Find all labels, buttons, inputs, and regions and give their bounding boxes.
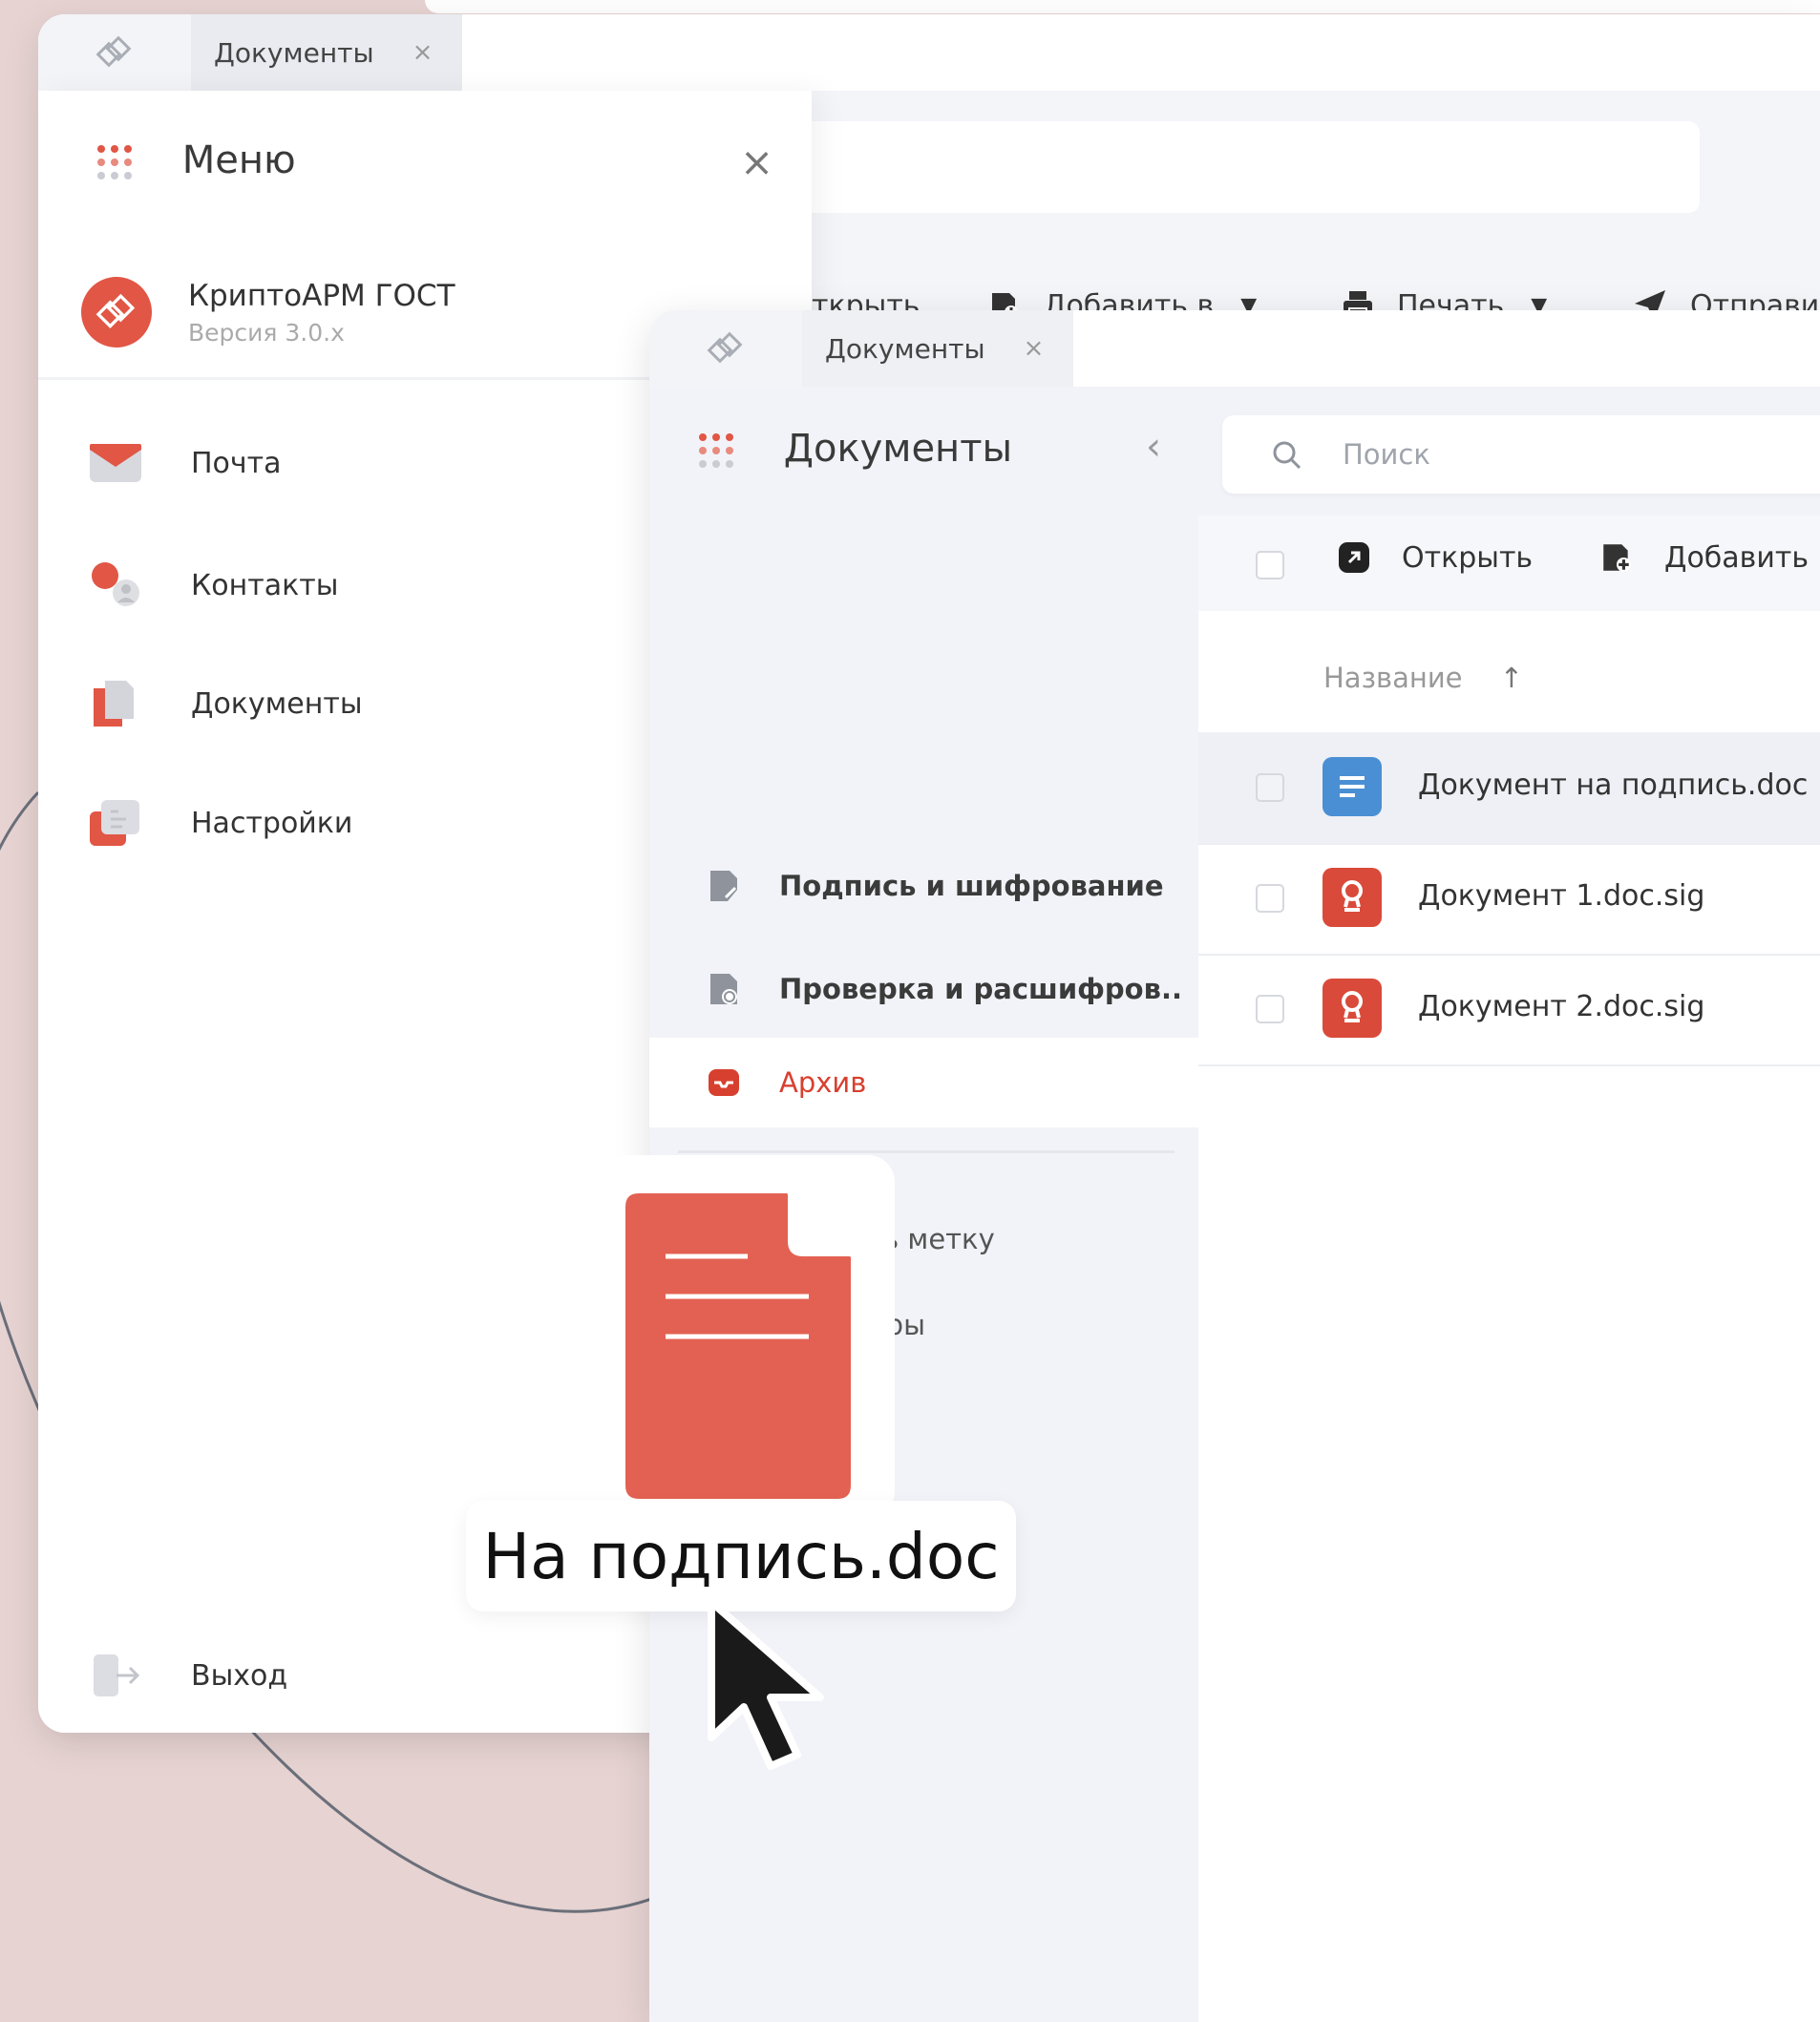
select-all-checkbox[interactable] xyxy=(1256,551,1284,579)
menu-item-mail[interactable]: Почта xyxy=(88,434,282,492)
signature-file-icon xyxy=(1323,868,1382,927)
cryptoarm-logo-icon xyxy=(81,277,152,348)
dragged-file-card[interactable] xyxy=(587,1155,895,1518)
mouse-cursor-icon xyxy=(708,1598,824,1770)
sidebar-item-sign-encrypt[interactable]: Подпись и шифрование xyxy=(707,862,1164,910)
file-row[interactable]: Документ 1.doc.sig xyxy=(1198,843,1820,956)
sidebar-item-label: Проверка и расшифров.. xyxy=(779,973,1182,1005)
files-toolbar: Открыть Добавить в xyxy=(1198,516,1820,611)
add-to-icon xyxy=(1603,544,1631,572)
app-logo-icon[interactable] xyxy=(649,310,802,387)
sidebar-title: Документы xyxy=(783,427,1013,471)
row-checkbox[interactable] xyxy=(1256,773,1284,802)
menu-item-logout[interactable]: Выход xyxy=(88,1647,287,1704)
file-name: Документ 1.doc.sig xyxy=(1418,879,1705,913)
menu-item-label: Почта xyxy=(191,446,282,480)
back-tab-bar: Документы × xyxy=(38,14,1820,91)
back-tab-close-icon[interactable]: × xyxy=(413,38,434,67)
front-tab-close-icon[interactable]: × xyxy=(1024,334,1045,363)
settings-icon xyxy=(90,800,139,846)
front-tab-label: Документы xyxy=(825,332,985,365)
menu-item-label: Настройки xyxy=(191,806,353,840)
toolbar-open-button[interactable]: Открыть xyxy=(1337,540,1533,575)
menu-title: Меню xyxy=(181,138,296,182)
apps-grid-icon[interactable] xyxy=(97,145,132,179)
menu-header: Меню xyxy=(97,138,296,182)
column-header-name[interactable]: Название ↑ xyxy=(1323,662,1523,694)
row-checkbox[interactable] xyxy=(1256,884,1284,913)
menu-item-contacts[interactable]: Контакты xyxy=(88,557,338,614)
back-tab-documents[interactable]: Документы × xyxy=(191,14,462,91)
document-file-icon xyxy=(625,1193,851,1499)
sidebar-item-verify-decrypt[interactable]: Проверка и расшифров.. xyxy=(707,965,1182,1013)
open-icon xyxy=(1339,542,1369,573)
mail-icon xyxy=(90,444,141,482)
signature-file-icon xyxy=(1323,979,1382,1038)
sidebar-item-label: Подпись и шифрование xyxy=(779,870,1164,902)
app-logo-icon[interactable] xyxy=(38,14,191,91)
toolbar-open-label: Открыть xyxy=(1402,540,1534,575)
row-checkbox[interactable] xyxy=(1256,995,1284,1023)
app-name: КриптоАРМ ГОСТ xyxy=(188,279,455,313)
toolbar-add-to-button[interactable]: Добавить в xyxy=(1599,540,1820,575)
sign-encrypt-icon xyxy=(710,871,737,901)
file-row[interactable]: Документ 2.doc.sig xyxy=(1198,954,1820,1066)
logout-icon xyxy=(94,1654,140,1696)
contacts-icon xyxy=(92,562,139,606)
menu-close-icon[interactable]: × xyxy=(740,138,773,185)
sort-ascending-icon[interactable]: ↑ xyxy=(1500,662,1523,694)
menu-item-documents[interactable]: Документы xyxy=(88,675,363,732)
back-search-field[interactable] xyxy=(802,121,1700,213)
sidebar-header: Документы xyxy=(699,427,1012,471)
collapse-sidebar-icon[interactable]: ‹ xyxy=(1146,425,1161,469)
sidebar-divider xyxy=(678,1150,1175,1153)
sidebar-item-label: Архив xyxy=(779,1066,867,1099)
column-name-label: Название xyxy=(1323,662,1463,694)
toolbar-add-to-label: Добавить в xyxy=(1664,540,1820,575)
sidebar-item-archive[interactable]: Архив xyxy=(707,1059,866,1106)
menu-item-label: Контакты xyxy=(191,568,339,602)
documents-icon xyxy=(94,681,134,727)
menu-item-settings[interactable]: Настройки xyxy=(88,794,352,852)
menu-item-label: Документы xyxy=(191,686,363,721)
front-tab-documents[interactable]: Документы × xyxy=(802,310,1073,387)
front-tab-bar: Документы × xyxy=(649,310,1820,387)
search-icon xyxy=(1273,441,1302,470)
search-field[interactable]: Поиск xyxy=(1222,415,1820,494)
logout-label: Выход xyxy=(191,1658,288,1693)
file-name: Документ на подпись.doc xyxy=(1418,769,1809,802)
apps-grid-icon[interactable] xyxy=(699,433,733,468)
back-tab-label: Документы xyxy=(214,36,374,69)
verify-decrypt-icon xyxy=(710,974,737,1004)
app-version: Версия 3.0.x xyxy=(188,319,345,347)
doc-file-icon xyxy=(1323,757,1382,816)
search-placeholder: Поиск xyxy=(1343,438,1430,471)
archive-icon xyxy=(709,1069,739,1096)
file-row[interactable]: Документ на подпись.doc xyxy=(1198,732,1820,845)
file-name: Документ 2.doc.sig xyxy=(1418,990,1705,1023)
